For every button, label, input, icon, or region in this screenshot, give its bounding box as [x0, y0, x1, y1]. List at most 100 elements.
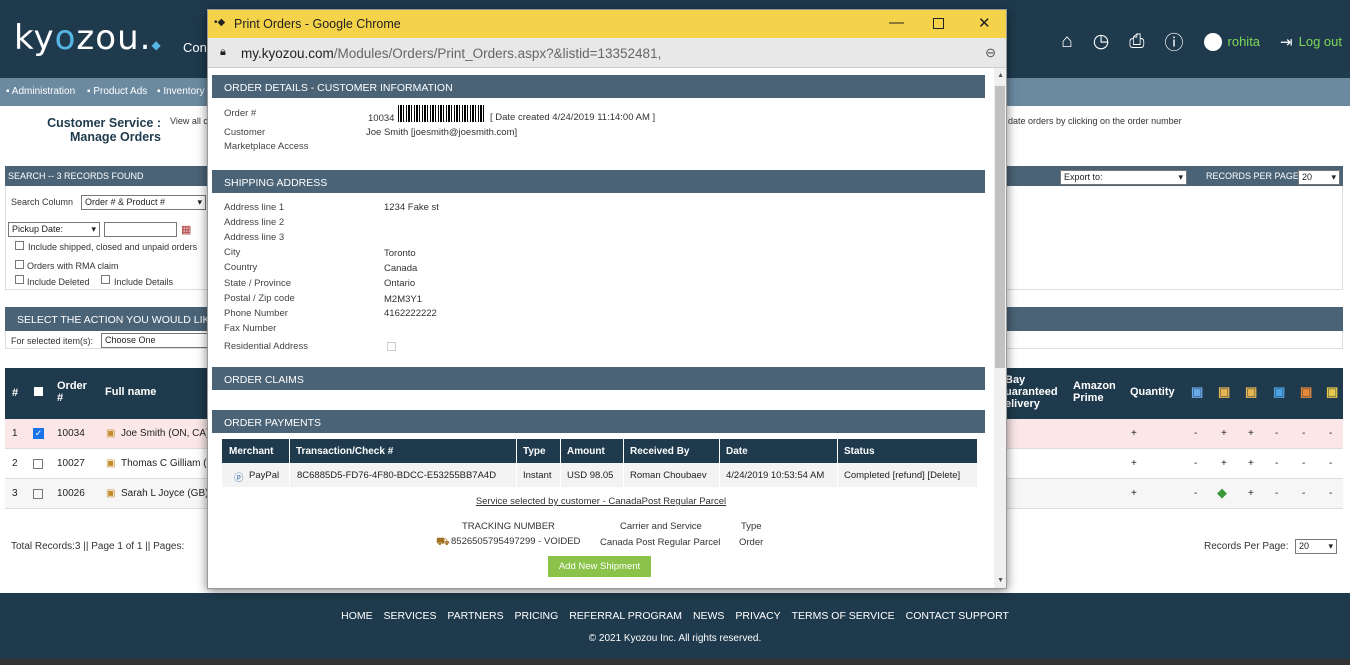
user-menu[interactable]: rohita — [1203, 32, 1260, 51]
col-num: # — [12, 387, 19, 399]
customer-name[interactable]: Thomas C Gilliam (C — [121, 458, 214, 469]
include-shipped-checkbox[interactable] — [15, 241, 24, 250]
records-per-page-bottom-label: Records Per Page: — [1204, 541, 1289, 552]
rma-claim-checkbox[interactable] — [15, 260, 24, 269]
help-icon[interactable]: ⓘ — [1165, 28, 1184, 55]
row-checkbox-checked[interactable]: ✓ — [33, 428, 44, 439]
nav-administration[interactable]: ▪ Administration — [6, 86, 75, 97]
row-checkbox[interactable] — [33, 459, 43, 469]
records-per-page-select[interactable]: 20 ▾ — [1298, 170, 1340, 185]
order-number-link[interactable]: 10027 — [57, 458, 85, 469]
field-label: Address line 3 — [224, 232, 285, 243]
home-icon[interactable]: ⌂ — [1061, 31, 1072, 53]
calendar-icon[interactable]: ▦ — [181, 223, 191, 236]
date-input[interactable] — [104, 222, 177, 237]
payments-table-header: Merchant Transaction/Check # Type Amount… — [222, 439, 977, 463]
records-per-page-label: RECORDS PER PAGE: — [1206, 171, 1302, 181]
scroll-down-arrow-icon[interactable]: ▼ — [997, 577, 1004, 584]
footer-link-pricing[interactable]: PRICING — [515, 610, 559, 622]
divider — [516, 463, 517, 487]
cell: + — [1248, 488, 1254, 499]
window-titlebar[interactable]: •◆ Print Orders - Google Chrome — ✕ — [208, 10, 1006, 38]
address-bar[interactable]: 🔒︎ my.kyozou.com/Modules/Orders/Print_Or… — [208, 38, 1006, 68]
field-value: Toronto — [384, 248, 416, 259]
include-deleted-checkbox[interactable] — [15, 275, 24, 284]
tracking-number[interactable]: 8526505795497299 - VOIDED — [451, 536, 580, 547]
section-shipping-address: SHIPPING ADDRESS — [212, 170, 985, 193]
os-taskbar — [0, 659, 1350, 665]
col-fullname[interactable]: Full name — [105, 386, 156, 398]
field-label: State / Province — [224, 278, 292, 289]
scroll-up-arrow-icon[interactable]: ▲ — [997, 72, 1004, 79]
avatar — [1203, 32, 1222, 51]
zoom-icon[interactable]: ⊖ — [985, 45, 996, 61]
field-label: Postal / Zip code — [224, 293, 295, 304]
status-value[interactable]: Completed [refund] [Delete] — [844, 470, 960, 481]
include-details-checkbox[interactable] — [101, 275, 110, 284]
add-new-shipment-button[interactable]: Add New Shipment — [548, 556, 651, 577]
footer-link-partners[interactable]: PARTNERS — [447, 610, 503, 622]
chevron-down-icon: ▾ — [91, 224, 96, 234]
col-order[interactable]: Order # — [57, 380, 93, 404]
footer-link-privacy[interactable]: PRIVACY — [735, 610, 780, 622]
shipment-package-icon[interactable]: ◆ — [1217, 485, 1227, 501]
footer-link-contact[interactable]: CONTACT SUPPORT — [906, 610, 1009, 622]
nav-product-ads[interactable]: ▪ Product Ads — [87, 86, 147, 97]
rma-claim-label: Orders with RMA claim — [27, 261, 119, 271]
row-num: 2 — [12, 458, 18, 469]
field-value: 1234 Fake st — [384, 202, 439, 213]
residential-label: Residential Address — [224, 341, 308, 352]
customer-name[interactable]: Joe Smith (ON, CA) — [121, 428, 209, 439]
row-num: 3 — [12, 488, 18, 499]
close-icon[interactable]: ✕ — [978, 14, 991, 32]
export-select[interactable]: Export to: ▾ — [1060, 170, 1187, 185]
maximize-icon[interactable] — [933, 18, 944, 29]
records-per-page-bottom-select[interactable]: 20 ▾ — [1295, 539, 1337, 554]
divider — [719, 439, 720, 463]
cell: - — [1302, 488, 1306, 499]
quantity-cell: + — [1131, 458, 1137, 469]
date-type-value: Pickup Date: — [12, 224, 64, 234]
footer-link-news[interactable]: NEWS — [693, 610, 725, 622]
select-all-checkbox[interactable] — [34, 387, 43, 396]
cell: + — [1221, 458, 1227, 469]
col-amazon-prime: Amazon Prime — [1073, 380, 1116, 404]
divider — [289, 463, 290, 487]
field-label: Phone Number — [224, 308, 288, 319]
search-column-select[interactable]: Order # & Product # ▾ — [81, 195, 206, 210]
scroll-thumb[interactable] — [995, 86, 1005, 368]
field-label: Address line 2 — [224, 217, 285, 228]
history-clock-icon[interactable]: ◷ — [1093, 30, 1110, 53]
minimize-icon[interactable]: — — [889, 14, 904, 31]
kyozou-logo[interactable]: kyozou.◆ — [14, 18, 162, 58]
window-title: Print Orders - Google Chrome — [234, 17, 401, 31]
footer-link-terms[interactable]: TERMS OF SERVICE — [792, 610, 895, 622]
cell: - — [1302, 458, 1306, 469]
order-number-link[interactable]: 10026 — [57, 488, 85, 499]
include-shipped-label: Include shipped, closed and unpaid order… — [28, 242, 198, 252]
divider — [560, 463, 561, 487]
folder-icon: ▣ — [1218, 384, 1231, 399]
footer-link-home[interactable]: HOME — [341, 610, 373, 622]
footer-link-referral[interactable]: REFERRAL PROGRAM — [569, 610, 682, 622]
nav-inventory[interactable]: ▪ Inventory — [157, 86, 204, 97]
kyozou-favicon-icon: •◆ — [214, 17, 226, 28]
action-header-label: SELECT THE ACTION YOU WOULD LIKE — [17, 314, 217, 326]
received-by-value: Roman Choubaev — [630, 470, 707, 481]
footer-link-services[interactable]: SERVICES — [384, 610, 437, 622]
residential-checkbox[interactable] — [387, 342, 396, 351]
customer-name[interactable]: Sarah L Joyce (GB) — [121, 488, 208, 499]
logout-link[interactable]: ⇥ Log out — [1280, 33, 1342, 51]
url-text[interactable]: my.kyozou.com/Modules/Orders/Print_Order… — [241, 46, 661, 61]
printer-icon[interactable]: ⎙ — [1129, 31, 1144, 53]
order-number-link[interactable]: 10034 — [57, 428, 85, 439]
cell: - — [1275, 488, 1279, 499]
bulk-action-select[interactable]: Choose One — [101, 333, 211, 348]
row-checkbox[interactable] — [33, 489, 43, 499]
cell: - — [1302, 428, 1306, 439]
service-selected-text: Service selected by customer - CanadaPos… — [475, 496, 727, 507]
search-column-value: Order # & Product # — [85, 197, 166, 207]
page-description-right: date orders by clicking on the order num… — [1008, 116, 1182, 126]
date-type-select[interactable]: Pickup Date: ▾ — [8, 222, 100, 237]
cell: - — [1194, 458, 1198, 469]
